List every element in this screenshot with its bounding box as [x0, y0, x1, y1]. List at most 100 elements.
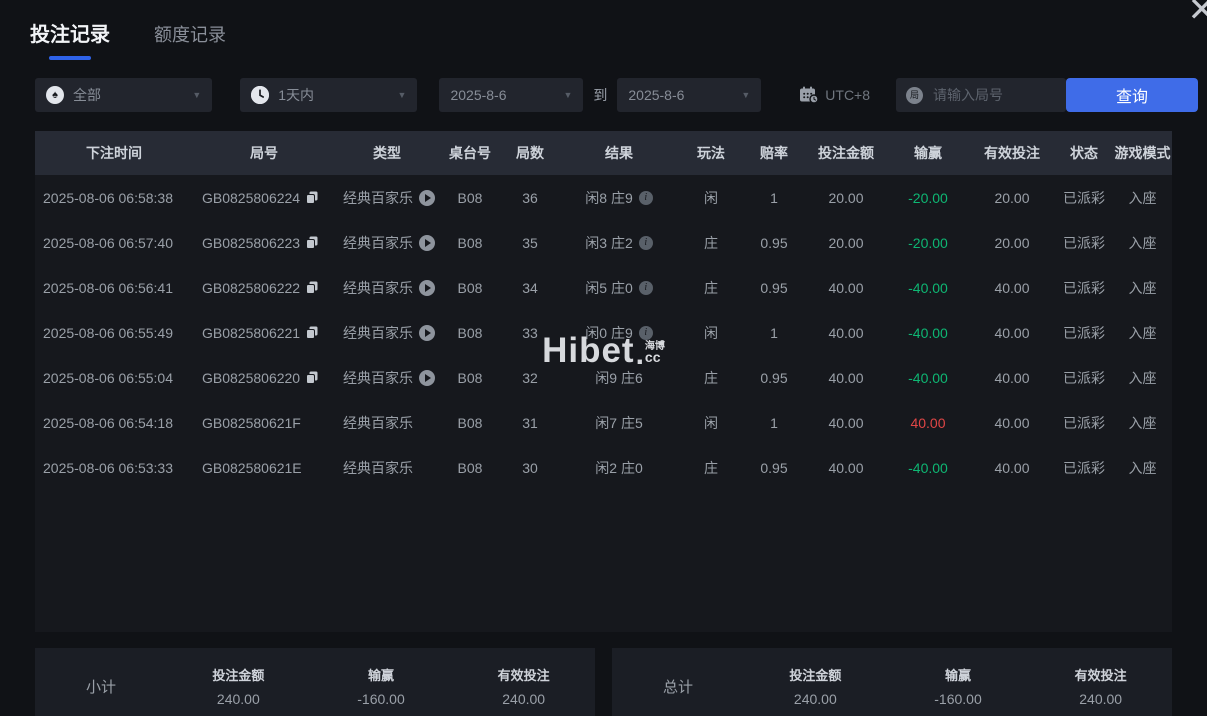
game-type-value: 全部	[73, 87, 101, 103]
cell-valid-bet: 20.00	[994, 189, 1030, 206]
cell-valid-bet: 20.00	[994, 234, 1030, 251]
clock-icon	[251, 86, 270, 104]
search-button[interactable]: 查询	[1066, 78, 1199, 112]
cell-win-loss: -40.00	[908, 459, 948, 476]
col-header-round-id: 局号	[250, 145, 278, 161]
copy-icon[interactable]	[306, 191, 318, 204]
cell-bet-time: 2025-08-06 06:53:33	[43, 459, 173, 476]
cell-round-no: 34	[522, 279, 538, 296]
subtotal-panel: 小计 投注金额 240.00 输赢 -160.00 有效投注 240.00	[35, 648, 595, 716]
cell-game-mode: 入座	[1128, 324, 1157, 341]
copy-icon[interactable]	[306, 371, 318, 384]
cell-odds: 1	[770, 324, 778, 341]
cell-game-mode: 入座	[1128, 234, 1157, 251]
replay-icon[interactable]	[419, 279, 435, 296]
replay-icon[interactable]	[419, 189, 435, 206]
col-header-odds: 赔率	[760, 145, 788, 161]
time-range-select[interactable]: 1天内 ▼	[240, 78, 418, 112]
subtotal-win-loss: 输赢 -160.00	[357, 668, 405, 707]
cell-table-no: B08	[457, 324, 483, 341]
info-icon[interactable]: i	[638, 325, 653, 340]
cell-bet-time: 2025-08-06 06:56:41	[43, 279, 173, 296]
table-row: 2025-08-06 06:56:41 GB0825806222 经典百家乐 B…	[35, 265, 1172, 310]
cell-bet-time: 2025-08-06 06:55:49	[43, 324, 173, 341]
cell-round-id: GB0825806224	[193, 190, 335, 206]
cell-play: 闲	[704, 189, 718, 206]
cell-odds: 1	[770, 189, 778, 206]
date-to-select[interactable]: 2025-8-6 ▼	[617, 78, 762, 112]
filter-bar: ♠ 全部 ▼ 1天内 ▼ 2025-8-6 ▼ 到 2025-8-6 ▼ UTC…	[35, 78, 1199, 112]
copy-icon[interactable]	[306, 326, 318, 339]
info-icon[interactable]: i	[638, 190, 653, 205]
cell-round-id: GB082580621E	[202, 459, 302, 476]
replay-icon[interactable]	[419, 369, 435, 386]
cell-game-type: 经典百家乐	[335, 368, 439, 388]
total-label: 总计	[662, 678, 693, 696]
cell-round-id: GB0825806222	[193, 280, 335, 296]
spade-icon: ♠	[46, 86, 64, 104]
cell-result: 闲8 庄9 i	[559, 188, 679, 208]
betting-records-window: ✕ 投注记录 额度记录 ♠ 全部 ▼ 1天内 ▼ 2025-8-6 ▼ 到 20…	[0, 0, 1207, 716]
cell-odds: 0.95	[760, 279, 788, 296]
table-row: 2025-08-06 06:55:04 GB0825806220 经典百家乐 B…	[35, 355, 1172, 400]
cell-status: 已派彩	[1063, 414, 1105, 431]
active-tab-underline	[49, 56, 91, 60]
cell-bet-amount: 40.00	[828, 279, 864, 296]
cell-play: 庄	[704, 459, 718, 476]
cell-odds: 0.95	[760, 459, 788, 476]
col-header-win-loss: 输赢	[914, 145, 942, 161]
copy-icon[interactable]	[306, 236, 318, 249]
replay-icon[interactable]	[419, 324, 435, 341]
game-type-select[interactable]: ♠ 全部 ▼	[35, 78, 213, 112]
total-panel: 总计 投注金额 240.00 输赢 -160.00 有效投注 240.00	[612, 648, 1172, 716]
cell-win-loss: -20.00	[908, 189, 948, 206]
cell-win-loss: -20.00	[908, 234, 948, 251]
cell-round-id: GB0825806223	[193, 235, 335, 251]
cell-valid-bet: 40.00	[994, 324, 1030, 341]
round-badge-icon: 局	[906, 86, 924, 104]
cell-round-no: 33	[522, 324, 538, 341]
col-header-bet-amount: 投注金额	[818, 145, 874, 161]
table-row: 2025-08-06 06:53:33 GB082580621E 经典百家乐 B…	[35, 445, 1172, 490]
tab-betting-records[interactable]: 投注记录	[30, 18, 110, 60]
chevron-down-icon: ▼	[563, 90, 573, 100]
tab-quota-records-label: 额度记录	[154, 25, 226, 45]
close-icon[interactable]: ✕	[1188, 0, 1207, 27]
cell-game-type: 经典百家乐	[343, 459, 413, 476]
info-icon[interactable]: i	[638, 235, 653, 250]
round-number-input[interactable]	[931, 86, 1057, 104]
cell-round-no: 35	[522, 234, 538, 251]
chevron-down-icon: ▼	[397, 90, 407, 100]
cell-play: 闲	[704, 324, 718, 341]
tab-quota-records[interactable]: 额度记录	[154, 21, 226, 60]
chevron-down-icon: ▼	[741, 90, 751, 100]
chevron-down-icon: ▼	[192, 90, 202, 100]
cell-result: 闲0 庄9 i	[559, 323, 679, 343]
cell-status: 已派彩	[1063, 279, 1105, 296]
copy-icon[interactable]	[306, 281, 318, 294]
info-icon[interactable]: i	[638, 280, 653, 295]
total-bet-amount: 投注金额 240.00	[789, 668, 842, 707]
timezone-indicator: UTC+8	[799, 86, 870, 104]
col-header-table-no: 桌台号	[449, 145, 491, 161]
to-label: 到	[593, 87, 608, 103]
cell-win-loss: -40.00	[908, 324, 948, 341]
cell-play: 庄	[704, 279, 718, 296]
cell-valid-bet: 40.00	[994, 459, 1030, 476]
col-header-game-mode: 游戏模式	[1114, 145, 1171, 161]
col-header-play: 玩法	[697, 145, 725, 161]
summary-bar: 小计 投注金额 240.00 输赢 -160.00 有效投注 240.00 总计…	[35, 648, 1172, 716]
cell-status: 已派彩	[1063, 459, 1105, 476]
cell-table-no: B08	[457, 279, 483, 296]
cell-result: 闲5 庄0 i	[559, 278, 679, 298]
cell-game-mode: 入座	[1128, 189, 1157, 206]
col-header-round-no: 局数	[516, 145, 544, 161]
cell-odds: 0.95	[760, 234, 788, 251]
tab-betting-records-label: 投注记录	[30, 24, 110, 46]
table-row: 2025-08-06 06:58:38 GB0825806224 经典百家乐 B…	[35, 175, 1172, 220]
table-body: 2025-08-06 06:58:38 GB0825806224 经典百家乐 B…	[35, 175, 1172, 490]
cell-table-no: B08	[457, 189, 483, 206]
date-from-select[interactable]: 2025-8-6 ▼	[439, 78, 584, 112]
cell-status: 已派彩	[1063, 189, 1105, 206]
replay-icon[interactable]	[419, 234, 435, 251]
